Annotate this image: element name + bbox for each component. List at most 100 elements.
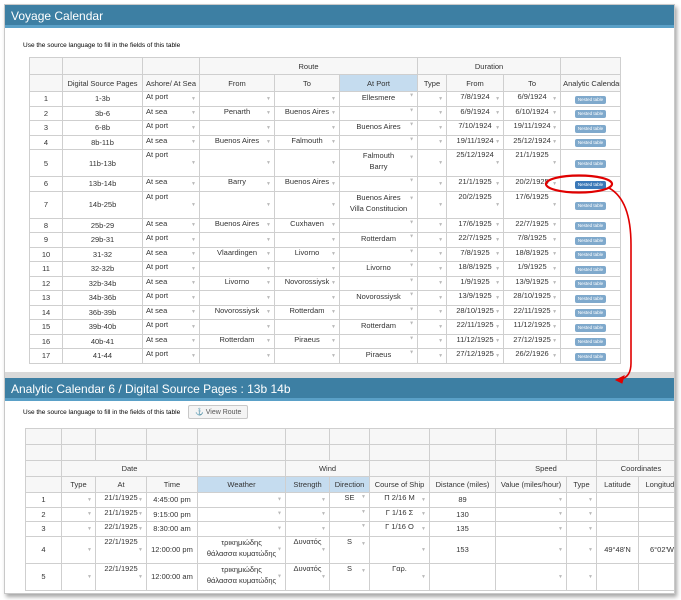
duration-to-cell-dropdown[interactable]: 22/11/1925 ▼ (506, 306, 558, 319)
route-to-cell-dropdown[interactable]: ▼ (277, 291, 337, 304)
nested-table-button[interactable]: Nested table (574, 323, 607, 332)
route-to-cell[interactable]: Cuxhaven ▼ (274, 217, 340, 233)
route-from-cell-dropdown[interactable]: Livorno ▼ (202, 277, 272, 290)
date-at-cell[interactable]: 22/1/1925 ▼ (95, 535, 147, 564)
pages-cell[interactable]: 41-44 (62, 348, 143, 364)
route-from-cell[interactable]: ▼ (199, 348, 275, 364)
distance-cell[interactable]: 130 (429, 506, 496, 522)
pages-cell[interactable]: 13b-14b (62, 176, 143, 192)
duration-type-cell[interactable]: ▼ (417, 319, 448, 335)
pages-cell[interactable]: 29b-31 (62, 232, 143, 248)
date-type-cell-dropdown[interactable]: ▼ (64, 564, 93, 589)
weather-dropdown[interactable]: ▼ (200, 508, 283, 521)
date-at-cell[interactable]: 21/1/1925 ▼ (95, 506, 147, 522)
route-to-cell[interactable]: ▼ (274, 290, 340, 306)
time-cell[interactable]: 9:15:00 pm (146, 506, 198, 522)
weather-cell[interactable]: ▼ (197, 521, 286, 537)
weather-dropdown[interactable]: τρικημιώδης θάλασσα κυματώδης ▼ (200, 537, 283, 562)
duration-to-cell-dropdown[interactable]: 13/9/1925 ▼ (506, 277, 558, 290)
duration-type-cell[interactable]: ▼ (417, 190, 448, 219)
route-from-cell[interactable]: Livorno ▼ (199, 275, 275, 291)
at-port-dropdown[interactable]: ▼ (342, 177, 415, 190)
speed-value-cell[interactable]: ▼ (495, 562, 567, 591)
speed-type-cell[interactable]: ▼ (566, 521, 597, 537)
duration-to-cell[interactable]: 19/11/1924 ▼ (503, 120, 562, 136)
route-from-cell[interactable]: Penarth ▼ (199, 105, 275, 121)
ashore-cell-dropdown[interactable]: At sea ▼ (145, 136, 197, 149)
nested-table-button[interactable]: Nested table (574, 222, 607, 231)
duration-type-cell-dropdown[interactable]: ▼ (420, 151, 444, 176)
at-port-cell[interactable]: Falmouth Barry ▼ (338, 149, 419, 177)
at-port-dropdown[interactable]: ▼ (342, 335, 415, 348)
at-port-cell[interactable]: ▼ (338, 134, 419, 150)
ashore-cell[interactable]: At port ▼ (142, 232, 200, 248)
route-from-cell-dropdown[interactable]: Buenos Aires ▼ (202, 219, 272, 232)
latitude-cell[interactable] (596, 492, 639, 508)
wind-direction-cell[interactable]: ▼ (329, 506, 370, 522)
ashore-cell-dropdown[interactable]: At port ▼ (145, 192, 197, 217)
at-port-cell[interactable]: Buenos Aires ▼ (338, 120, 419, 136)
duration-type-cell[interactable]: ▼ (417, 304, 448, 320)
course-cell[interactable]: Π 2/16 Μ ▼ (369, 492, 430, 508)
pages-cell[interactable]: 8b-11b (62, 134, 143, 150)
wind-direction-cell-dropdown[interactable]: S ▼ (332, 564, 367, 589)
duration-to-cell-dropdown[interactable]: 17/6/1925 ▼ (506, 192, 558, 217)
wind-direction-cell-dropdown[interactable]: ▼ (332, 522, 367, 535)
duration-from-cell[interactable]: 6/9/1924 ▼ (446, 105, 505, 121)
date-at-cell[interactable]: 22/1/1925 ▼ (95, 521, 147, 537)
route-from-cell[interactable]: Rotterdam ▼ (199, 333, 275, 349)
longitude-cell[interactable] (638, 521, 674, 537)
nested-table-button[interactable]: Nested table (574, 265, 607, 274)
wind-strength-cell-dropdown[interactable]: ▼ (288, 493, 327, 506)
duration-from-cell[interactable]: 19/11/1924 ▼ (446, 134, 505, 150)
at-port-dropdown[interactable]: Novorossiysk ▼ (342, 291, 415, 304)
duration-to-cell-dropdown[interactable]: 18/8/1925 ▼ (506, 248, 558, 261)
route-to-cell-dropdown[interactable]: Piraeus ▼ (277, 335, 337, 348)
ashore-cell[interactable]: At sea ▼ (142, 275, 200, 291)
speed-type-cell[interactable]: ▼ (566, 506, 597, 522)
time-cell[interactable]: 4:45:00 pm (146, 492, 198, 508)
route-to-cell-dropdown[interactable]: Cuxhaven ▼ (277, 219, 337, 232)
at-port-cell[interactable]: Ellesmere ▼ (338, 91, 419, 107)
speed-type-cell-dropdown[interactable]: ▼ (569, 537, 594, 562)
ashore-cell[interactable]: At sea ▼ (142, 176, 200, 192)
ashore-cell-dropdown[interactable]: At sea ▼ (145, 277, 197, 290)
ashore-cell-dropdown[interactable]: At port ▼ (145, 291, 197, 304)
ashore-cell[interactable]: At port ▼ (142, 319, 200, 335)
ashore-cell[interactable]: At port ▼ (142, 91, 200, 107)
date-type-cell-dropdown[interactable]: ▼ (64, 508, 93, 521)
duration-from-cell-dropdown[interactable]: 17/6/1925 ▼ (449, 219, 501, 232)
wind-strength-cell[interactable]: Δυνατός ▼ (285, 535, 330, 564)
duration-to-cell-dropdown[interactable]: 26/2/1926 ▼ (506, 349, 558, 362)
ashore-cell[interactable]: At port ▼ (142, 190, 200, 219)
date-type-cell-dropdown[interactable]: ▼ (64, 537, 93, 562)
nested-table-button[interactable]: Nested table (574, 180, 607, 189)
at-port-dropdown[interactable]: Piraeus ▼ (342, 349, 415, 362)
pages-cell[interactable]: 32-32b (62, 261, 143, 277)
ashore-cell[interactable]: At port ▼ (142, 261, 200, 277)
course-cell[interactable]: ▼ (369, 535, 430, 564)
route-from-cell-dropdown[interactable]: ▼ (202, 92, 272, 105)
duration-to-cell[interactable]: 7/8/1925 ▼ (503, 232, 562, 248)
route-to-cell[interactable]: Falmouth ▼ (274, 134, 340, 150)
speed-type-cell[interactable]: ▼ (566, 492, 597, 508)
route-to-cell[interactable]: Rotterdam ▼ (274, 304, 340, 320)
route-to-cell[interactable]: ▼ (274, 261, 340, 277)
duration-type-cell[interactable]: ▼ (417, 217, 448, 233)
duration-type-cell[interactable]: ▼ (417, 176, 448, 192)
at-port-cell[interactable]: Livorno ▼ (338, 261, 419, 277)
ashore-cell-dropdown[interactable]: At sea ▼ (145, 177, 197, 190)
duration-type-cell-dropdown[interactable]: ▼ (420, 335, 444, 348)
nested-table-button[interactable]: Nested table (574, 236, 607, 245)
ashore-cell-dropdown[interactable]: At port ▼ (145, 349, 197, 362)
at-port-dropdown[interactable]: Buenos Aires Villa Constitucion ▼ (342, 192, 415, 217)
wind-direction-cell[interactable]: S ▼ (329, 535, 370, 564)
ashore-cell-dropdown[interactable]: At port ▼ (145, 320, 197, 333)
date-at-cell-dropdown[interactable]: 21/1/1925 ▼ (98, 508, 144, 521)
route-from-cell-dropdown[interactable]: ▼ (202, 121, 272, 134)
route-to-cell[interactable]: ▼ (274, 319, 340, 335)
weather-dropdown[interactable]: ▼ (200, 493, 283, 506)
duration-to-cell[interactable]: 1/9/1925 ▼ (503, 261, 562, 277)
pages-cell[interactable]: 31-32 (62, 246, 143, 262)
at-port-cell[interactable]: Rotterdam ▼ (338, 319, 419, 335)
